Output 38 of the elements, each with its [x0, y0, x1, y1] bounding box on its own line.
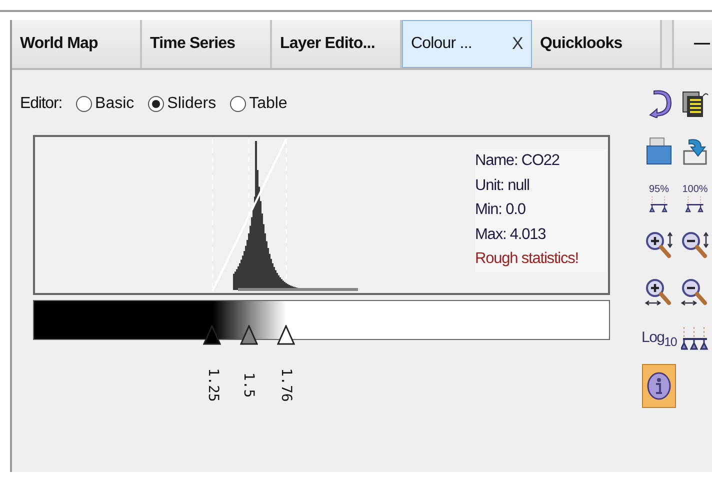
radio-circle[interactable] [76, 96, 92, 112]
radio-option[interactable]: Table [230, 95, 288, 113]
zoom-out-icon [681, 231, 709, 259]
zoom-in-icon [645, 231, 673, 259]
info-text: Max: 4.013 [475, 224, 547, 244]
info-text: Unit: null [475, 176, 530, 196]
radio-option[interactable]: Basic [76, 95, 134, 113]
info-text: Min: 0.0 [475, 200, 526, 220]
tab[interactable]: Time Series [142, 20, 272, 68]
tab[interactable]: Colour ... X [402, 20, 532, 68]
minimize-button[interactable]: — [672, 20, 712, 68]
distribution-icon [681, 325, 709, 353]
radio-circle[interactable] [148, 96, 164, 112]
radio-option[interactable]: Sliders [148, 95, 216, 113]
slider-value: 1.5 [240, 372, 257, 398]
slider-value: 1.76 [278, 368, 294, 402]
folder-icon [645, 137, 673, 165]
slider-handle[interactable] [203, 325, 222, 345]
warning-text: Rough statistics! [475, 249, 580, 269]
close-button[interactable]: X [512, 34, 523, 54]
tool-button[interactable] [642, 364, 676, 408]
tray-arrow-icon [681, 137, 709, 165]
tab[interactable]: Layer Edito... [272, 20, 402, 68]
document-stack-icon [681, 90, 709, 118]
info-icon [645, 372, 673, 400]
tab[interactable]: Quicklooks [532, 20, 662, 68]
editor-label: Editor: [20, 95, 62, 113]
tool-button[interactable]: 100% [678, 176, 712, 220]
tab[interactable]: World Map [12, 20, 142, 68]
zoom-out-icon [681, 278, 709, 306]
slider-handle[interactable] [277, 325, 296, 345]
slider-value: 1.25 [204, 368, 220, 402]
tool-button[interactable]: 95% [642, 176, 676, 220]
log-scale-button[interactable]: Log$_{10}$ [642, 317, 676, 361]
slider-handle[interactable] [240, 325, 258, 345]
zoom-in-icon [645, 278, 673, 306]
info-text: Name: CO22 [475, 151, 560, 171]
radio-circle[interactable] [230, 96, 246, 112]
